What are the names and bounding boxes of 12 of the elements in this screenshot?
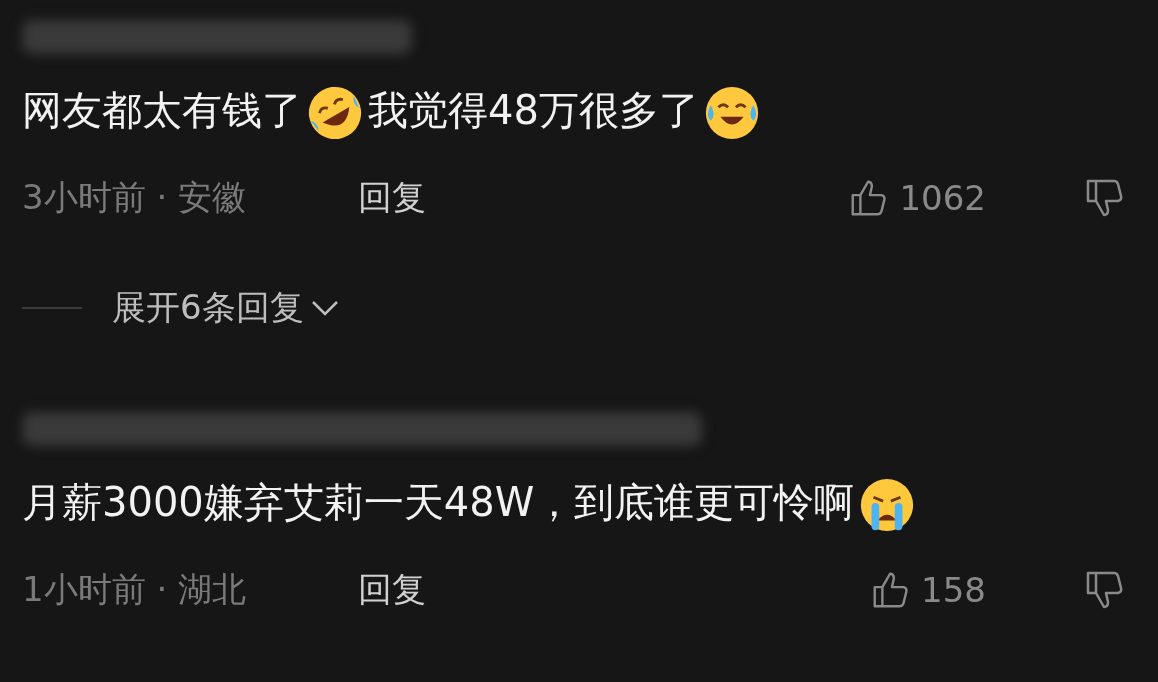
reply-link[interactable]: 回复 <box>358 175 426 221</box>
comment-text: 我觉得48万很多了 <box>368 87 699 133</box>
comment-text: 网友都太有钱了 <box>22 87 302 133</box>
like-button[interactable]: 158 <box>869 568 986 612</box>
comment-time: 1小时前 · 湖北 <box>22 568 248 611</box>
comment-text: 月薪3000嫌弃艾莉一天48W，到底谁更可怜啊 <box>22 479 855 525</box>
expand-replies-button[interactable]: 展开6条回复 <box>112 285 340 331</box>
like-button[interactable]: 1062 <box>847 176 986 220</box>
reply-link[interactable]: 回复 <box>358 567 426 613</box>
chevron-down-icon <box>309 298 340 318</box>
laughing-emoji-icon <box>306 84 364 142</box>
comment-time: 3小时前 · 安徽 <box>22 176 248 219</box>
